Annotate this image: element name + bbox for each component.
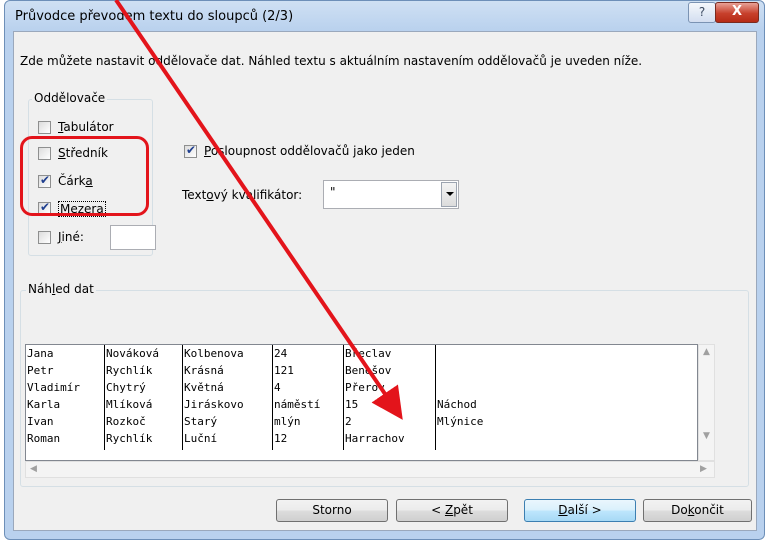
column-divider[interactable] <box>272 345 273 450</box>
text-qualifier-label: Textový kvalifikátor: <box>182 188 303 202</box>
column-divider[interactable] <box>104 345 105 450</box>
scroll-down-icon[interactable]: ▼ <box>703 431 710 441</box>
column-divider[interactable] <box>435 345 436 450</box>
cancel-button[interactable]: Storno <box>276 499 388 522</box>
other-label[interactable]: Jiné: <box>58 230 84 244</box>
column-divider[interactable] <box>343 345 344 450</box>
delimiters-group-label: Oddělovače <box>32 91 108 105</box>
help-button[interactable]: ? <box>688 2 716 23</box>
column-divider[interactable] <box>182 345 183 450</box>
title-bar[interactable]: Průvodce převodem textu do sloupců (2/3)… <box>5 1 764 31</box>
text-qualifier-value: " <box>330 185 336 199</box>
tab-label[interactable]: Tabulátor <box>58 120 114 134</box>
consecutive-delimiters-label[interactable]: Posloupnost oddělovačů jako jeden <box>204 144 415 158</box>
preview-vertical-scrollbar[interactable]: ▲ ▼ <box>698 344 715 461</box>
close-button[interactable]: X <box>715 2 759 23</box>
annotation-highlight <box>20 136 149 216</box>
text-qualifier-select[interactable]: " <box>323 180 459 209</box>
other-checkbox[interactable] <box>38 231 51 244</box>
description-text: Zde můžete nastavit oddělovače dat. Náhl… <box>20 54 643 68</box>
other-delimiter-input[interactable] <box>110 225 156 250</box>
data-preview[interactable]: Jana Nováková Kolbenova 24 Břeclav Petr Rychl… <box>25 344 698 461</box>
dialog-title: Průvodce převodem textu do sloupců (2/3) <box>15 9 294 24</box>
consecutive-delimiters-checkbox[interactable] <box>184 143 197 158</box>
back-button[interactable]: < Zpět <box>396 499 508 522</box>
finish-button[interactable]: Dokončit <box>643 499 752 522</box>
next-button[interactable]: Další > <box>524 499 636 522</box>
chevron-down-icon[interactable] <box>441 182 457 207</box>
scroll-up-icon[interactable]: ▲ <box>703 347 710 357</box>
scroll-right-icon[interactable]: ▶ <box>700 464 707 474</box>
dialog-body: Zde můžete nastavit oddělovače dat. Náhl… <box>13 31 757 531</box>
help-icon: ? <box>698 5 706 19</box>
preview-group-label: Náhled dat <box>26 282 96 296</box>
scroll-left-icon[interactable]: ◀ <box>30 464 37 474</box>
dialog-window: Průvodce převodem textu do sloupců (2/3)… <box>4 0 765 540</box>
preview-horizontal-scrollbar[interactable]: ◀ ▶ <box>25 461 715 478</box>
tab-checkbox[interactable] <box>38 121 51 134</box>
close-icon: X <box>731 4 743 19</box>
